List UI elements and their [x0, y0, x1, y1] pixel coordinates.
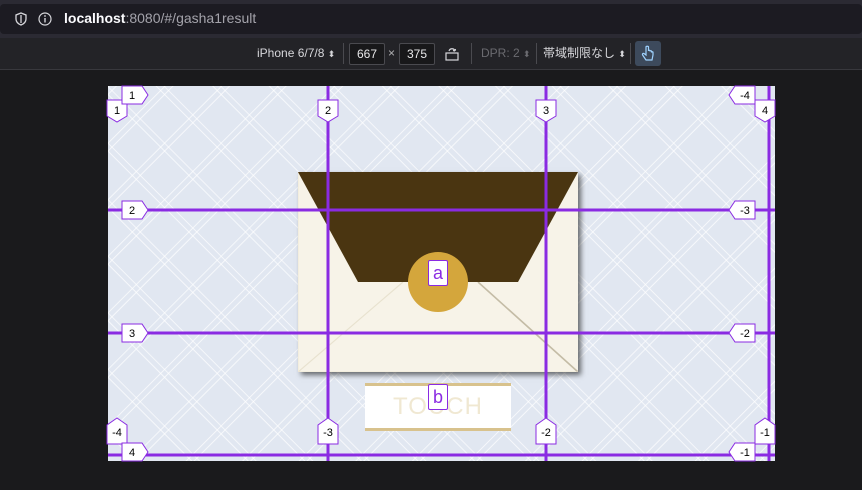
guide-tag-label: -1: [760, 427, 770, 439]
guide-tag-label: 3: [129, 328, 135, 340]
guide-tag-label: -3: [740, 205, 750, 217]
guide-tag-label: 3: [543, 105, 549, 117]
guide-tag-label: -4: [740, 90, 750, 102]
guide-tag-label: -4: [112, 427, 122, 439]
guide-tag-label: 1: [129, 90, 135, 102]
guide-tag-label: 4: [762, 105, 768, 117]
guide-tag-label: -2: [740, 328, 750, 340]
guide-tag-label: 2: [325, 105, 331, 117]
guide-overlay: 1 2 3 4 -4 -3 -2 -1 1 2 3 4 -4 -3 -2 -1: [106, 85, 776, 462]
guide-tag-label: -1: [740, 447, 750, 459]
guide-tag-label: -2: [541, 427, 551, 439]
guide-tag-label: -3: [323, 427, 333, 439]
guide-tag-label: 1: [114, 105, 120, 117]
guide-tag-label: 2: [129, 205, 135, 217]
guide-tag-label: 4: [129, 447, 135, 459]
